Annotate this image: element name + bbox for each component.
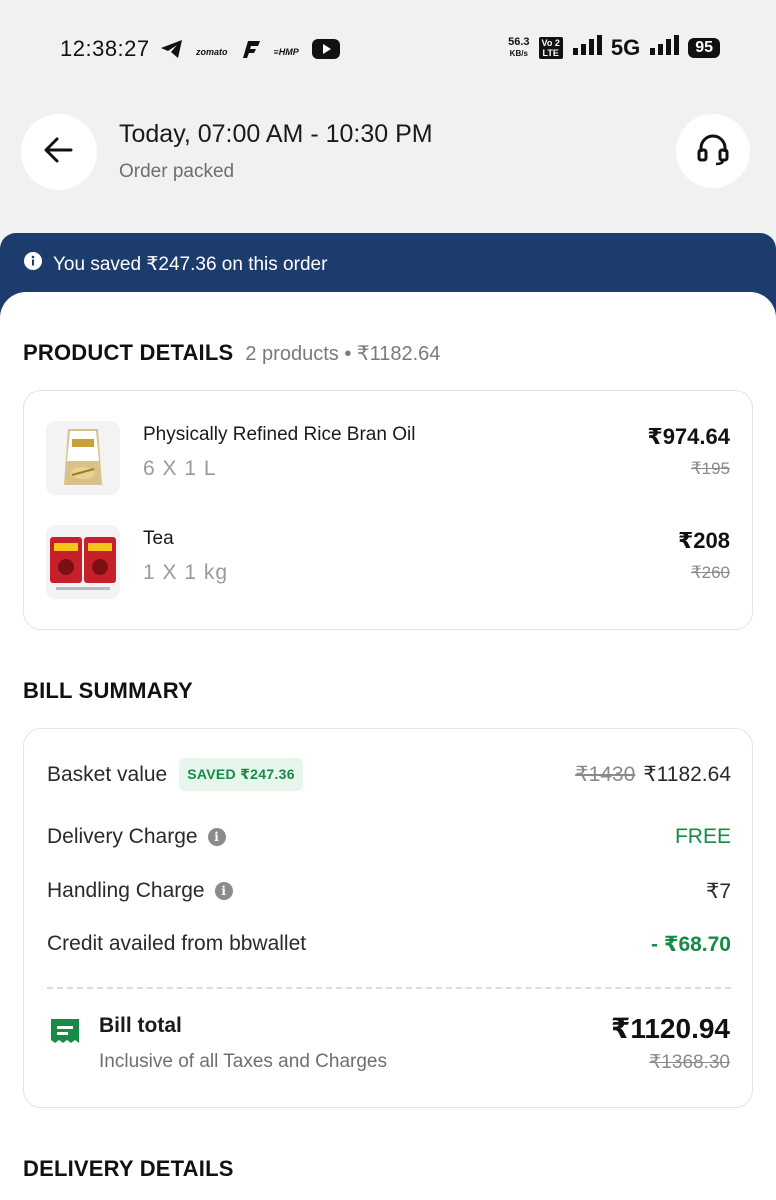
handling-info-icon[interactable]: i xyxy=(214,882,233,900)
volte-badge: Vo 2 LTE xyxy=(538,36,563,59)
savings-text: You saved ₹247.36 on this order xyxy=(53,253,328,275)
delivery-charge-row: Delivery Charge i FREE xyxy=(47,825,731,855)
delivery-details-heading: DELIVERY DETAILS xyxy=(23,1156,234,1181)
basket-value-row: Basket value SAVED ₹247.36 ₹1430 ₹1182.64 xyxy=(47,758,731,792)
divider xyxy=(47,987,731,989)
support-button[interactable] xyxy=(676,114,750,188)
arrow-left-icon xyxy=(43,136,75,169)
product-price: ₹974.64 xyxy=(647,424,730,449)
info-icon xyxy=(23,251,43,277)
delivery-charge-value: FREE xyxy=(674,825,731,848)
product-mrp: ₹195 xyxy=(690,459,730,478)
basket-value-label: Basket value xyxy=(47,762,168,786)
status-indicators: 56.3 KB/s Vo 2 LTE 5G 95 xyxy=(508,34,720,61)
bill-total-mrp: ₹1368.30 xyxy=(649,1052,730,1073)
product-qty: 1 X 1 kg xyxy=(143,561,229,584)
list-item[interactable]: Physically Refined Rice Bran Oil 6 X 1 L… xyxy=(24,421,752,511)
signal-icon-2 xyxy=(649,34,680,61)
telegram-icon xyxy=(160,39,184,64)
product-image-rice-bran-oil xyxy=(46,421,120,495)
network-speed: 56.3 KB/s xyxy=(508,35,530,58)
network-type: 5G xyxy=(610,34,641,60)
youtube-icon xyxy=(311,38,341,65)
product-list-card: Physically Refined Rice Bran Oil 6 X 1 L… xyxy=(23,390,753,630)
bill-total-note: Inclusive of all Taxes and Charges xyxy=(99,1051,387,1072)
list-item[interactable]: Tea 1 X 1 kg ₹208 ₹260 xyxy=(24,525,752,615)
product-price: ₹208 xyxy=(677,528,730,553)
wallet-credit-value: - ₹68.70 xyxy=(651,933,731,956)
product-name: Tea xyxy=(143,528,174,549)
headset-icon xyxy=(696,132,730,171)
product-name: Physically Refined Rice Bran Oil xyxy=(143,424,416,445)
hmp-icon: ≡HMP xyxy=(273,46,299,57)
bill-summary-card: Basket value SAVED ₹247.36 ₹1430 ₹1182.64… xyxy=(23,728,753,1108)
order-status: Order packed xyxy=(119,161,235,182)
delivery-charge-label: Delivery Charge xyxy=(47,825,198,848)
wallet-credit-label: Credit availed from bbwallet xyxy=(47,932,307,955)
notification-icons: zomato ≡HMP xyxy=(160,38,341,65)
order-header: Today, 07:00 AM - 10:30 PM Order packed xyxy=(0,100,776,233)
signal-icon xyxy=(572,34,602,61)
product-mrp: ₹260 xyxy=(690,563,730,582)
product-qty: 6 X 1 L xyxy=(143,457,217,480)
product-details-heading: PRODUCT DETAILS 2 products • ₹1182.64 xyxy=(23,340,441,365)
battery-level: 95 xyxy=(688,37,720,58)
handling-charge-value: ₹7 xyxy=(705,880,731,903)
delivery-info-icon[interactable]: i xyxy=(207,828,226,846)
bill-total-label: Bill total xyxy=(99,1014,182,1037)
basket-mrp: ₹1430 xyxy=(575,763,636,786)
flipkart-icon xyxy=(240,39,262,64)
status-bar: 12:38:27 zomato ≡HMP 56.3 KB/s Vo 2 LTE … xyxy=(0,0,776,100)
wallet-credit-row: Credit availed from bbwallet - ₹68.70 xyxy=(47,932,731,962)
receipt-icon xyxy=(50,1017,80,1045)
product-summary: 2 products • ₹1182.64 xyxy=(245,343,441,365)
zomato-icon: zomato xyxy=(196,46,228,57)
basket-value: ₹1182.64 xyxy=(643,763,731,786)
status-time: 12:38:27 xyxy=(60,36,150,61)
bill-total-value: ₹1120.94 xyxy=(610,1013,730,1044)
order-details-sheet: PRODUCT DETAILS 2 products • ₹1182.64 Phy… xyxy=(0,292,776,1200)
handling-charge-row: Handling Charge i ₹7 xyxy=(47,879,731,909)
saved-badge: SAVED ₹247.36 xyxy=(179,758,303,791)
back-button[interactable] xyxy=(21,114,97,190)
handling-charge-label: Handling Charge xyxy=(47,879,205,902)
product-image-tea xyxy=(46,525,120,599)
delivery-slot-title: Today, 07:00 AM - 10:30 PM xyxy=(119,120,433,148)
bill-summary-heading: BILL SUMMARY xyxy=(23,678,193,703)
